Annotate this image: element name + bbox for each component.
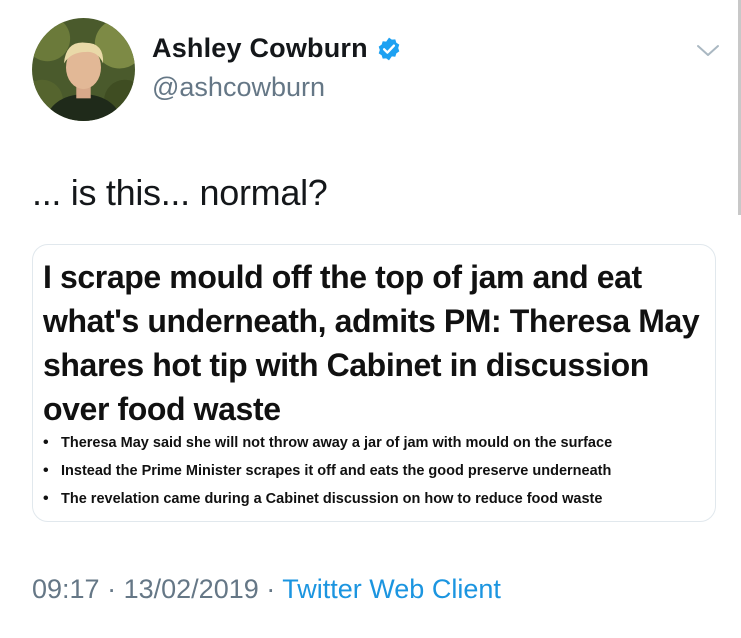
bullet-dot-icon: • bbox=[43, 462, 49, 479]
bullet-dot-icon: • bbox=[43, 490, 49, 507]
tweet-meta: 09:17 · 13/02/2019 · Twitter Web Client bbox=[32, 574, 501, 605]
article-card[interactable]: I scrape mould off the top of jam and ea… bbox=[32, 244, 716, 522]
card-bullet-text: Instead the Prime Minister scrapes it of… bbox=[61, 463, 612, 479]
author-handle[interactable]: @ashcowburn bbox=[152, 72, 325, 103]
tweet-time[interactable]: 09:17 bbox=[32, 574, 100, 604]
verified-badge-icon bbox=[376, 36, 402, 62]
card-bullet-text: The revelation came during a Cabinet dis… bbox=[61, 491, 603, 507]
tweet-source-link[interactable]: Twitter Web Client bbox=[282, 574, 501, 604]
card-bullet: • Theresa May said she will not throw aw… bbox=[43, 429, 612, 457]
meta-separator: · bbox=[266, 574, 276, 604]
meta-separator: · bbox=[107, 574, 117, 604]
card-headline: I scrape mould off the top of jam and ea… bbox=[43, 259, 700, 427]
card-bullet-list: • Theresa May said she will not throw aw… bbox=[43, 429, 612, 513]
card-bullet: • The revelation came during a Cabinet d… bbox=[43, 485, 612, 513]
bullet-dot-icon: • bbox=[43, 434, 49, 451]
card-bullet: • Instead the Prime Minister scrapes it … bbox=[43, 457, 612, 485]
tweet-date[interactable]: 13/02/2019 bbox=[124, 574, 259, 604]
card-bullet-text: Theresa May said she will not throw away… bbox=[61, 435, 613, 451]
author-name-row[interactable]: Ashley Cowburn bbox=[152, 33, 402, 64]
author-name[interactable]: Ashley Cowburn bbox=[152, 33, 368, 64]
tweet-text: ... is this... normal? bbox=[32, 172, 328, 213]
chevron-down-icon[interactable] bbox=[695, 42, 721, 60]
avatar[interactable] bbox=[32, 18, 135, 121]
